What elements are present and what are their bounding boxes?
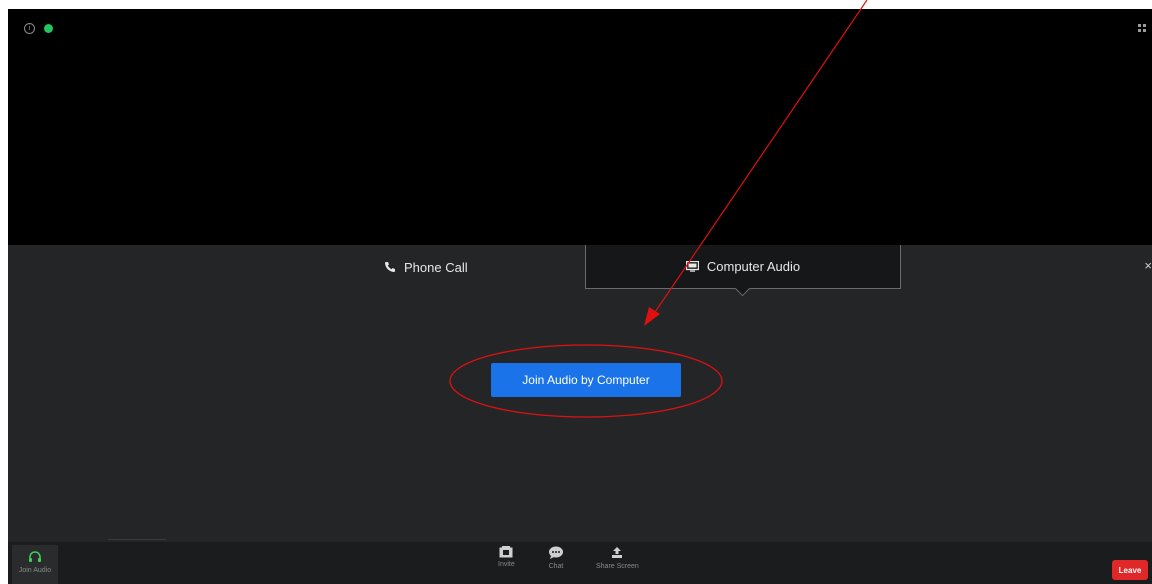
close-icon[interactable]: ×	[1144, 258, 1152, 273]
share-screen-button[interactable]: Share Screen	[596, 546, 639, 570]
encryption-status-icon[interactable]	[44, 24, 53, 33]
join-audio-by-computer-button[interactable]: Join Audio by Computer	[491, 363, 681, 397]
divider	[108, 539, 166, 540]
tab-computer-audio-label: Computer Audio	[706, 259, 801, 274]
join-audio-button[interactable]: Join Audio	[12, 545, 58, 584]
invite-button[interactable]: Invite	[498, 546, 515, 568]
leave-button[interactable]: Leave	[1112, 560, 1148, 580]
tab-phone-call-label: Phone Call	[404, 259, 468, 275]
join-audio-label: Join Audio	[18, 567, 52, 574]
info-icon[interactable]: i	[24, 23, 35, 34]
invite-label: Invite	[498, 561, 515, 568]
headphones-icon	[29, 551, 41, 562]
chat-label: Chat	[548, 563, 564, 570]
share-screen-label: Share Screen	[596, 563, 639, 570]
meeting-toolbar: Join Audio Invite Chat Share Screen Leav…	[8, 542, 1152, 584]
chat-icon	[549, 546, 563, 559]
share-screen-icon	[612, 547, 623, 558]
join-audio-dialog: Phone Call Computer Audio × Join Audio b…	[8, 245, 1152, 542]
tab-phone-call[interactable]: Phone Call	[384, 245, 468, 289]
tab-computer-audio[interactable]: Computer Audio	[585, 245, 901, 297]
monitor-icon	[685, 261, 699, 272]
view-layout-icon[interactable]	[1138, 24, 1146, 32]
zoom-meeting-window: i Phone Call Computer Audio × Join Audio…	[8, 9, 1152, 584]
video-area: i	[8, 9, 1152, 245]
invite-icon	[499, 546, 513, 558]
phone-icon	[385, 262, 395, 272]
active-tab-indicator	[734, 280, 751, 297]
chat-button[interactable]: Chat	[548, 546, 564, 570]
